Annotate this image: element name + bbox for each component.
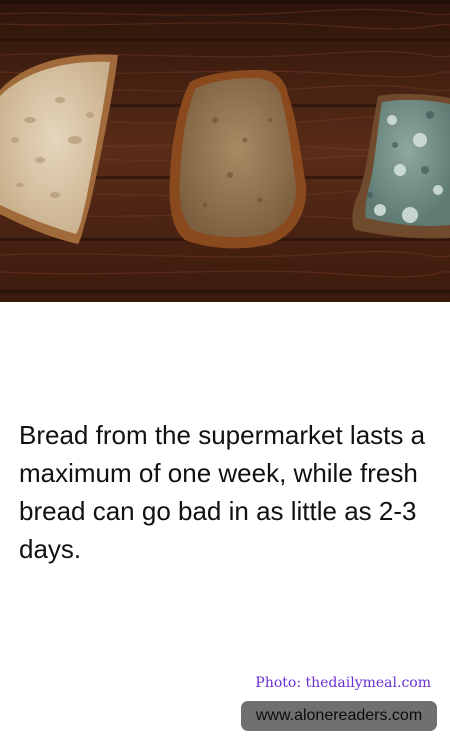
site-watermark: www.alonereaders.com: [241, 701, 437, 731]
bread-shelf-life-caption: Bread from the supermarket lasts a maxim…: [19, 420, 426, 564]
bread-slices-image: [0, 0, 450, 302]
bread-photo: [0, 0, 450, 302]
photo-credit: Photo: thedailymeal.com: [255, 675, 431, 691]
stale-bread-slice: [169, 69, 307, 249]
watermark-text: www.alonereaders.com: [255, 707, 423, 724]
